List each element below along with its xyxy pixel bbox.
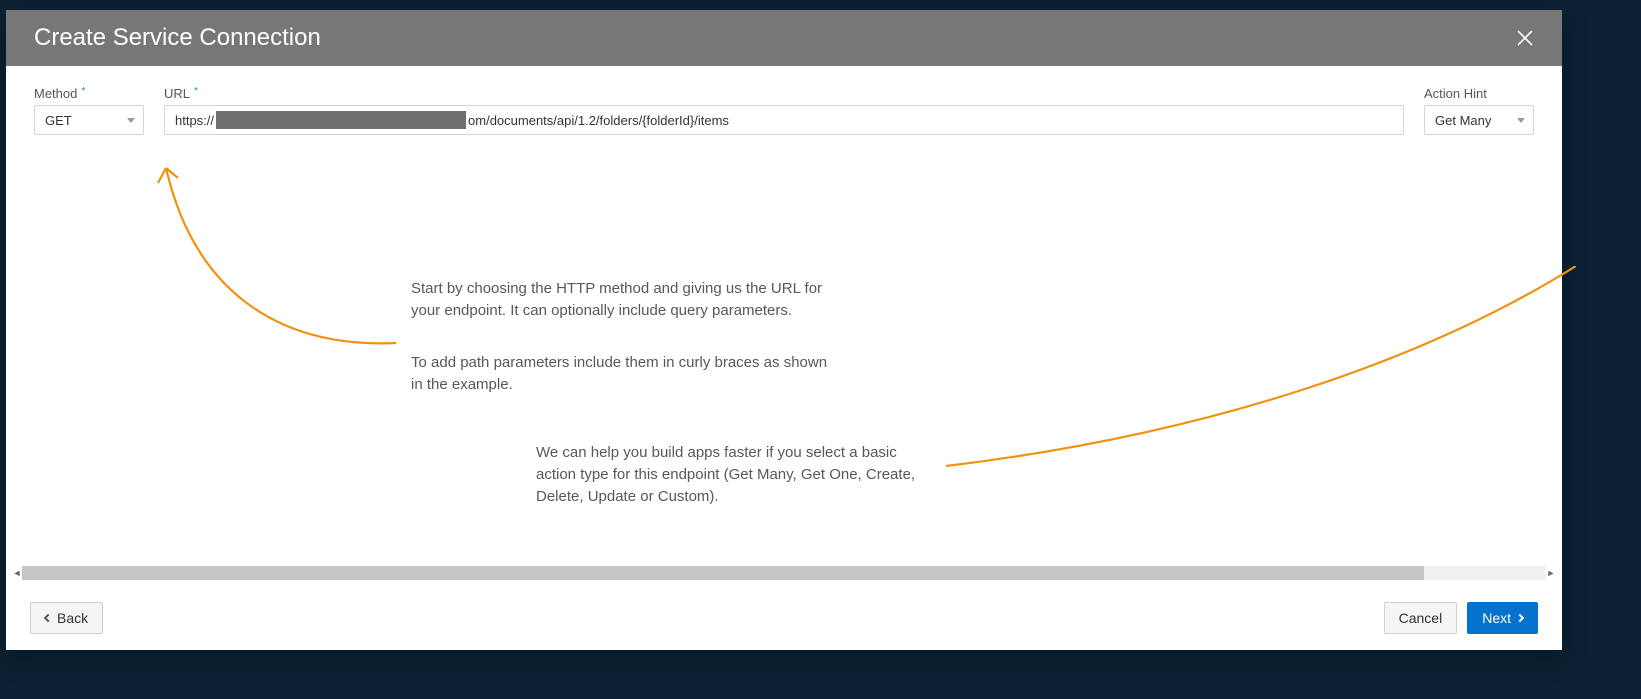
url-prefix: https:// — [175, 113, 214, 128]
form-row: Method * GET URL * https:// om/d — [34, 86, 1534, 135]
close-button[interactable] — [1512, 25, 1538, 51]
action-hint-label-text: Action Hint — [1424, 86, 1487, 101]
arrow-to-action-hint-icon — [936, 266, 1576, 486]
cancel-label: Cancel — [1399, 610, 1443, 626]
modal-header: Create Service Connection — [6, 10, 1562, 66]
cancel-button[interactable]: Cancel — [1384, 602, 1458, 634]
action-hint-field: Action Hint Get Many — [1424, 86, 1534, 135]
url-field: URL * https:// om/documents/api/1.2/fold… — [164, 86, 1404, 135]
action-hint-value: Get Many — [1435, 113, 1491, 128]
chevron-right-icon — [1516, 614, 1524, 622]
modal-body: Method * GET URL * https:// om/d — [6, 66, 1562, 586]
hint-paragraph-3: We can help you build apps faster if you… — [536, 442, 926, 507]
method-select[interactable]: GET — [34, 105, 144, 135]
arrow-to-method-icon — [136, 148, 406, 358]
url-input[interactable]: https:// om/documents/api/1.2/folders/{f… — [164, 105, 1404, 135]
hint-paragraph-2: To add path parameters include them in c… — [411, 352, 841, 396]
close-icon — [1516, 29, 1534, 47]
footer-right: Cancel Next — [1384, 602, 1538, 634]
url-label: URL * — [164, 86, 1404, 101]
method-field: Method * GET — [34, 86, 144, 135]
redacted-host — [216, 111, 466, 129]
url-value: https:// om/documents/api/1.2/folders/{f… — [175, 106, 1393, 134]
horizontal-scrollbar[interactable]: ◄ ► — [12, 566, 1556, 580]
modal-footer: Back Cancel Next — [6, 586, 1562, 650]
chevron-down-icon — [127, 118, 135, 123]
required-star-icon: * — [194, 86, 198, 97]
modal-title: Create Service Connection — [34, 24, 321, 52]
hint-paragraph-1: Start by choosing the HTTP method and gi… — [411, 278, 831, 322]
scroll-left-button[interactable]: ◄ — [12, 566, 22, 580]
next-button[interactable]: Next — [1467, 602, 1538, 634]
method-value: GET — [45, 113, 72, 128]
back-button[interactable]: Back — [30, 602, 103, 634]
scroll-right-button[interactable]: ► — [1546, 566, 1556, 580]
scroll-track[interactable] — [22, 566, 1546, 580]
method-label: Method * — [34, 86, 144, 101]
action-hint-label: Action Hint — [1424, 86, 1534, 101]
chevron-down-icon — [1517, 118, 1525, 123]
required-star-icon: * — [81, 86, 85, 97]
method-label-text: Method — [34, 86, 77, 101]
back-label: Back — [57, 610, 88, 626]
url-suffix: om/documents/api/1.2/folders/{folderId}/… — [468, 113, 729, 128]
create-service-connection-modal: Create Service Connection Method * GET U… — [6, 10, 1562, 650]
next-label: Next — [1482, 610, 1511, 626]
action-hint-select[interactable]: Get Many — [1424, 105, 1534, 135]
scroll-thumb[interactable] — [22, 566, 1424, 580]
chevron-left-icon — [44, 614, 52, 622]
url-label-text: URL — [164, 86, 190, 101]
